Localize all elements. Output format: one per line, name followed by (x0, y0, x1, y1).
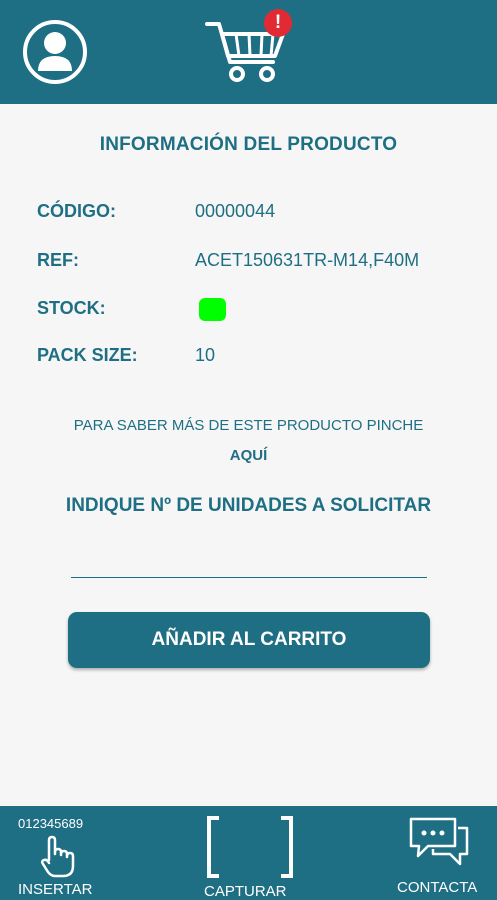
insert-numbers: 012345689 (18, 816, 84, 831)
nav-insert-label: INSERTAR (18, 881, 93, 898)
nav-capture[interactable]: CAPTURAR (190, 806, 310, 900)
nav-insert[interactable]: 012345689 INSERTAR (0, 806, 120, 900)
hand-pointer-icon (40, 834, 76, 883)
top-bar: ! (0, 0, 497, 104)
chat-bubbles-icon (408, 816, 470, 873)
code-label: CÓDIGO: (37, 201, 116, 221)
cart-alert-badge: ! (264, 9, 292, 37)
nav-contact-label: CONTACTA (397, 879, 478, 896)
nav-capture-label: CAPTURAR (204, 883, 287, 900)
stock-label: STOCK: (37, 298, 106, 318)
more-info-link[interactable]: AQUÍ (0, 447, 497, 464)
scan-brackets-icon (205, 816, 295, 883)
pack-size-value: 10 (195, 345, 216, 365)
nav-contact[interactable]: CONTACTA (390, 806, 497, 900)
product-info-title: INFORMACIÓN DEL PRODUCTO (99, 134, 398, 155)
units-title: INDIQUE Nº DE UNIDADES A SOLICITAR (65, 495, 432, 516)
code-value: 00000044 (195, 201, 276, 221)
stock-indicator (199, 298, 226, 321)
add-to-cart-button[interactable]: AÑADIR AL CARRITO (68, 612, 430, 668)
ref-label: REF: (37, 250, 79, 270)
ref-value: ACET150631TR-M14,F40M (195, 250, 420, 270)
bottom-nav-bar: 012345689 INSERTAR CAPTURAR CONTACTA (0, 806, 497, 900)
more-info-text: PARA SABER MÁS DE ESTE PRODUCTO PINCHE (73, 417, 424, 434)
user-avatar-icon[interactable] (22, 19, 88, 85)
quantity-input[interactable] (71, 545, 427, 578)
pack-size-label: PACK SIZE: (37, 345, 138, 365)
